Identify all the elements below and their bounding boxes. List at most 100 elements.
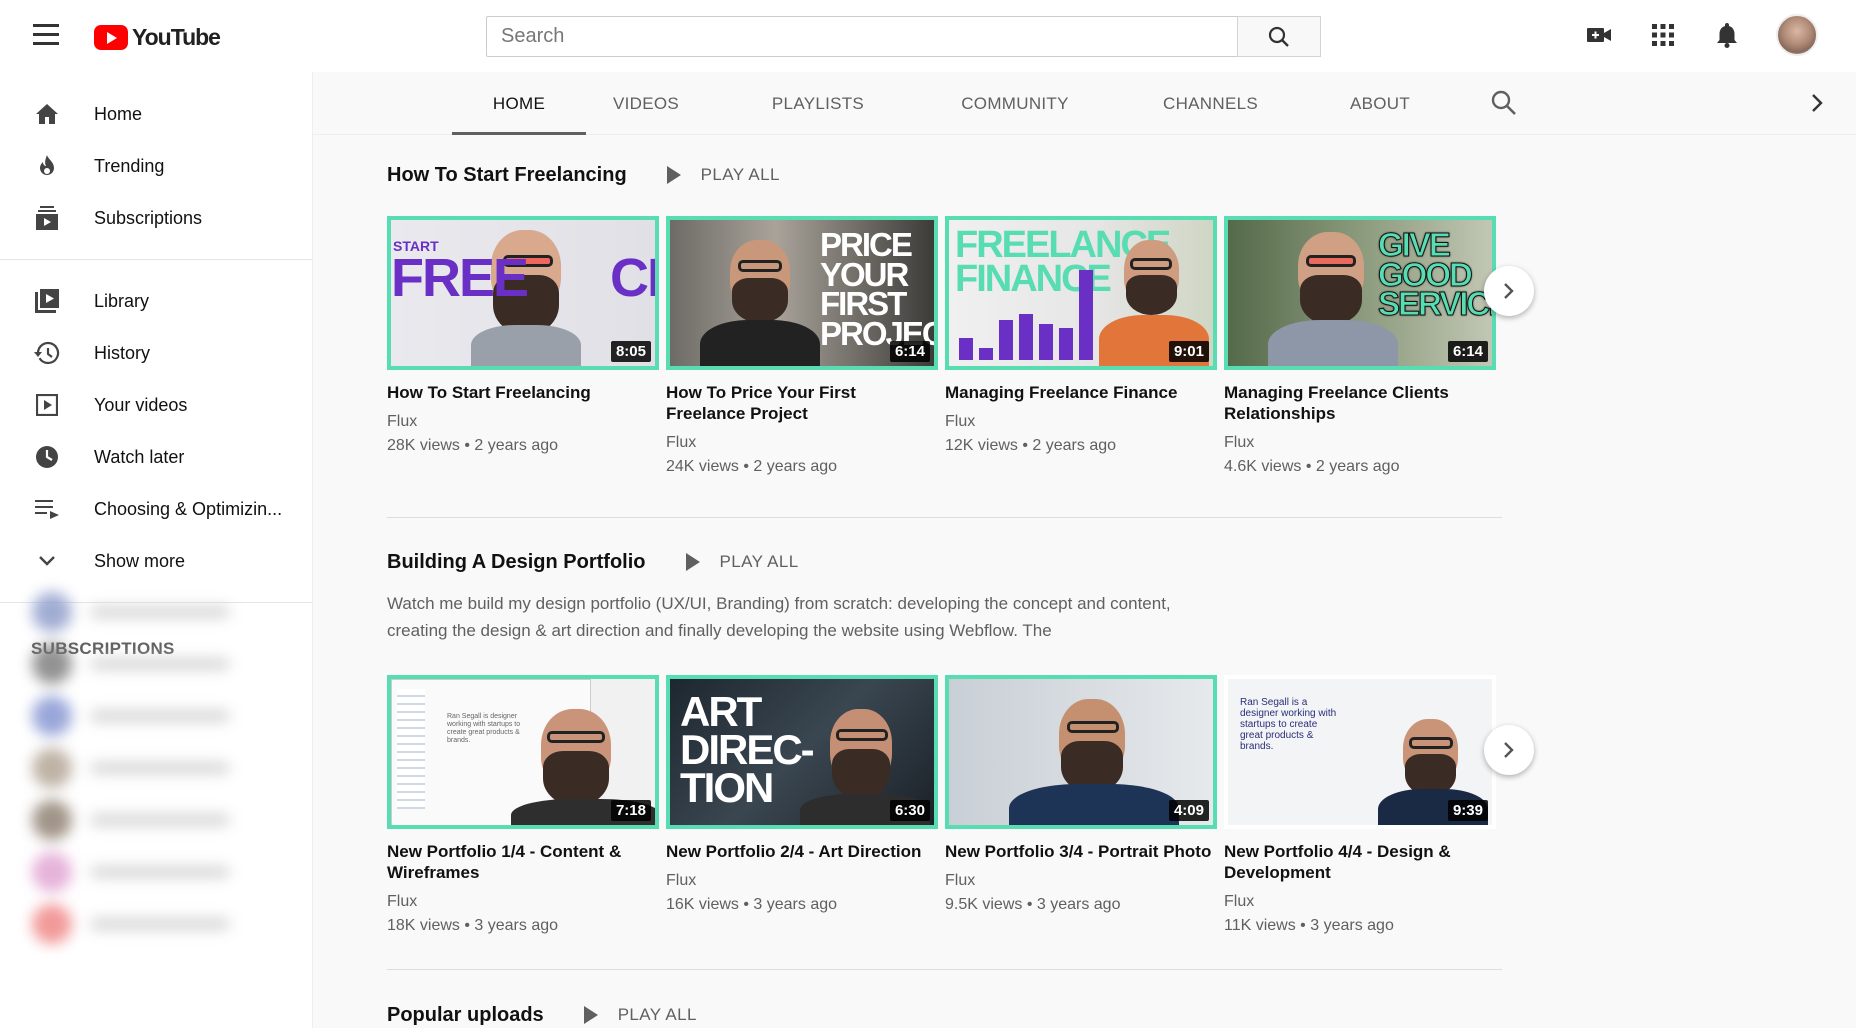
- video-thumbnail[interactable]: PRICE YOUR FIRST PROJECT 6:14: [666, 216, 938, 370]
- video-title[interactable]: New Portfolio 4/4 - Design & Development: [1224, 841, 1496, 883]
- youtube-play-icon: [94, 24, 128, 50]
- video-thumbnail[interactable]: ART DIREC- TION 6:30: [666, 675, 938, 829]
- video-title[interactable]: Managing Freelance Finance: [945, 382, 1217, 403]
- notifications-bell-icon[interactable]: [1712, 20, 1742, 50]
- video-meta: 9.5K views • 3 years ago: [945, 896, 1121, 913]
- sidebar-item-trending[interactable]: Trending: [0, 140, 312, 192]
- video-channel[interactable]: Flux: [666, 434, 938, 452]
- play-all-label: PLAY ALL: [719, 552, 799, 571]
- video-card[interactable]: GIVE GOOD SERVICE 6:14 Managing Freelanc…: [1224, 216, 1496, 476]
- sidebar-item-label: Choosing & Optimizin...: [94, 498, 283, 519]
- tab-channels[interactable]: CHANNELS: [1159, 72, 1262, 135]
- video-card[interactable]: FREELANCE FINANCE 9:01 Managing Freelanc…: [945, 216, 1217, 476]
- video-meta: 11K views • 3 years ago: [1224, 917, 1394, 934]
- shelf-title[interactable]: Popular uploads: [387, 1004, 544, 1027]
- shelf-title[interactable]: How To Start Freelancing: [387, 164, 627, 187]
- video-title[interactable]: New Portfolio 3/4 - Portrait Photo: [945, 841, 1217, 862]
- sidebar-item-label: Watch later: [94, 446, 185, 467]
- channel-search-icon[interactable]: [1491, 90, 1517, 116]
- tab-about[interactable]: ABOUT: [1340, 72, 1420, 135]
- clock-icon: [34, 444, 60, 470]
- shelf-building-a-design-portfolio: Building A Design Portfolio PLAY ALL Wat…: [387, 542, 1534, 935]
- video-channel[interactable]: Flux: [945, 872, 1217, 890]
- home-icon: [34, 101, 60, 127]
- video-duration: 9:39: [1447, 800, 1488, 821]
- video-card[interactable]: 4:09 New Portfolio 3/4 - Portrait Photo …: [945, 675, 1217, 935]
- tab-home[interactable]: HOME: [452, 72, 586, 135]
- sidebar-item-home[interactable]: Home: [0, 88, 312, 140]
- channel-home-content: How To Start Freelancing PLAY ALL START …: [313, 135, 1856, 1028]
- shelf-next-button[interactable]: [1484, 266, 1534, 316]
- youtube-logo[interactable]: YouTube: [94, 22, 221, 52]
- video-meta: 12K views • 2 years ago: [945, 437, 1117, 454]
- apps-grid-icon[interactable]: [1648, 20, 1678, 50]
- video-card[interactable]: PRICE YOUR FIRST PROJECT 6:14 How To Pri…: [666, 216, 938, 476]
- create-video-icon[interactable]: [1584, 20, 1614, 50]
- shelf-title[interactable]: Building A Design Portfolio: [387, 551, 646, 574]
- tab-videos[interactable]: VIDEOS: [607, 72, 685, 135]
- play-all-label: PLAY ALL: [617, 1005, 697, 1024]
- playlist-icon: [34, 496, 60, 522]
- video-card[interactable]: Ran Segall is a designer working with st…: [1224, 675, 1496, 935]
- video-channel[interactable]: Flux: [945, 413, 1217, 431]
- sidebar-item-subscriptions[interactable]: Subscriptions: [0, 192, 312, 244]
- video-row: START FREE CING 8:05 How To Start Freela…: [387, 216, 1534, 476]
- thumb-text-big: FREE CING: [391, 248, 659, 308]
- blurred-subscriptions-list: [12, 586, 302, 1026]
- sidebar-item-playlist[interactable]: Choosing & Optimizin...: [0, 483, 312, 535]
- sidebar-item-history[interactable]: History: [0, 327, 312, 379]
- sidebar-show-more[interactable]: Show more: [0, 535, 312, 587]
- youtube-channel-page: YouTube Home: [0, 0, 1856, 1028]
- video-channel[interactable]: Flux: [1224, 434, 1496, 452]
- video-meta: 18K views • 3 years ago: [387, 917, 559, 934]
- video-meta: 24K views • 2 years ago: [666, 458, 838, 475]
- video-duration: 4:09: [1168, 800, 1209, 821]
- sidebar-item-watch-later[interactable]: Watch later: [0, 431, 312, 483]
- play-icon: [666, 166, 681, 184]
- video-thumbnail[interactable]: FREELANCE FINANCE 9:01: [945, 216, 1217, 370]
- shelf-popular-uploads: Popular uploads PLAY ALL: [387, 995, 1517, 1028]
- channel-tabs: HOME VIDEOS PLAYLISTS COMMUNITY CHANNELS…: [313, 72, 1856, 135]
- flame-icon: [34, 153, 60, 179]
- sidebar-item-your-videos[interactable]: Your videos: [0, 379, 312, 431]
- sidebar-item-label: History: [94, 342, 151, 363]
- video-thumbnail[interactable]: GIVE GOOD SERVICE 6:14: [1224, 216, 1496, 370]
- video-thumbnail[interactable]: START FREE CING 8:05: [387, 216, 659, 370]
- tab-community[interactable]: COMMUNITY: [958, 72, 1072, 135]
- search-input[interactable]: [486, 16, 1237, 57]
- video-thumbnail[interactable]: Ran Segall is designer working with star…: [387, 675, 659, 829]
- video-channel[interactable]: Flux: [666, 872, 938, 890]
- play-all-button[interactable]: PLAY ALL: [583, 1005, 697, 1025]
- search-icon: [1268, 26, 1289, 47]
- library-icon: [34, 288, 60, 314]
- shelf-divider: [387, 969, 1502, 970]
- play-all-button[interactable]: PLAY ALL: [666, 165, 780, 185]
- sidebar-divider: [0, 259, 312, 260]
- video-thumbnail[interactable]: 4:09: [945, 675, 1217, 829]
- sidebar-item-library[interactable]: Library: [0, 275, 312, 327]
- video-card[interactable]: ART DIREC- TION 6:30 New Portfolio 2/4 -…: [666, 675, 938, 935]
- tabs-scroll-right-icon[interactable]: [1810, 93, 1824, 113]
- video-duration: 6:14: [889, 341, 930, 362]
- video-channel[interactable]: Flux: [387, 413, 659, 431]
- search-button[interactable]: [1237, 16, 1321, 57]
- video-title[interactable]: Managing Freelance Clients Relationships: [1224, 382, 1496, 424]
- video-channel[interactable]: Flux: [1224, 893, 1496, 911]
- history-icon: [34, 340, 60, 366]
- video-duration: 6:30: [889, 800, 930, 821]
- video-card[interactable]: Ran Segall is designer working with star…: [387, 675, 659, 935]
- video-title[interactable]: How To Price Your First Freelance Projec…: [666, 382, 938, 424]
- video-card[interactable]: START FREE CING 8:05 How To Start Freela…: [387, 216, 659, 476]
- play-all-button[interactable]: PLAY ALL: [685, 552, 799, 572]
- thumb-text: ART DIREC- TION: [680, 688, 815, 811]
- video-thumbnail[interactable]: Ran Segall is a designer working with st…: [1224, 675, 1496, 829]
- video-title[interactable]: New Portfolio 2/4 - Art Direction: [666, 841, 938, 862]
- hamburger-menu-icon[interactable]: [33, 24, 59, 46]
- thumb-text: PRICE YOUR FIRST PROJECT: [820, 226, 934, 353]
- video-title[interactable]: New Portfolio 1/4 - Content & Wireframes: [387, 841, 659, 883]
- shelf-next-button[interactable]: [1484, 725, 1534, 775]
- tab-playlists[interactable]: PLAYLISTS: [768, 72, 868, 135]
- video-title[interactable]: How To Start Freelancing: [387, 382, 659, 403]
- account-avatar[interactable]: [1776, 14, 1818, 56]
- video-channel[interactable]: Flux: [387, 893, 659, 911]
